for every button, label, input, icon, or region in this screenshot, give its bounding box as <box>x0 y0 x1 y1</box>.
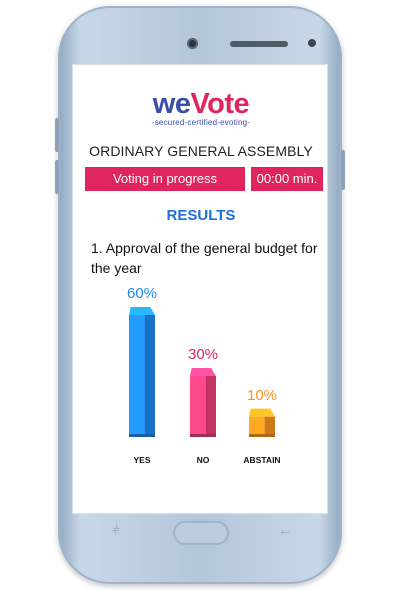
logo-tagline: -secured-certified-evoting- <box>151 118 251 127</box>
results-chart: 60% YES 30% NO 10% ABSTAIN <box>73 285 327 475</box>
bar-value-label: 60% <box>126 285 158 302</box>
bar-base <box>249 434 275 437</box>
bar-front-face <box>249 416 265 437</box>
voting-status-badge: Voting in progress <box>85 167 245 191</box>
volume-button <box>55 118 59 152</box>
bar-side-face <box>144 315 155 437</box>
bar-top-face <box>129 307 155 315</box>
front-camera-icon <box>187 38 198 49</box>
bar-side-face <box>205 376 216 437</box>
power-button <box>341 150 345 190</box>
bar-value-label: 30% <box>187 346 219 363</box>
home-button[interactable] <box>173 521 229 545</box>
bar-abstain <box>249 408 275 437</box>
earpiece-speaker <box>230 41 288 47</box>
chart-canvas <box>129 307 275 437</box>
phone-screen: weVote -secured-certified-evoting- ORDIN… <box>72 64 328 514</box>
volume-button <box>55 160 59 194</box>
bar-category-label: ABSTAIN <box>243 455 281 465</box>
question-text: 1. Approval of the general budget for th… <box>91 240 318 276</box>
bar-value-label: 10% <box>246 386 278 404</box>
bar-front-face <box>190 376 206 437</box>
bar-base <box>129 434 155 437</box>
bar-top-face <box>190 368 216 376</box>
bar-yes <box>129 307 155 437</box>
bar-category-label: YES <box>133 455 151 465</box>
logo-vote: Vote <box>190 88 250 120</box>
back-arrow-icon[interactable]: ← <box>278 522 292 538</box>
bar-side-face <box>264 416 275 437</box>
bar-top-face <box>249 408 275 417</box>
recent-apps-icon[interactable]: ⫩ <box>112 522 120 539</box>
voting-timer: 00:00 min. <box>251 167 323 191</box>
bar-base <box>190 434 216 437</box>
logo-we: we <box>152 88 191 120</box>
bar-category-label: NO <box>196 455 210 465</box>
results-heading: RESULTS <box>166 207 236 224</box>
bar-no <box>190 368 216 437</box>
assembly-title: ORDINARY GENERAL ASSEMBLY <box>89 143 313 159</box>
proximity-sensor <box>308 39 316 47</box>
wevote-logo: weVote <box>73 88 327 120</box>
bar-front-face <box>129 315 145 437</box>
